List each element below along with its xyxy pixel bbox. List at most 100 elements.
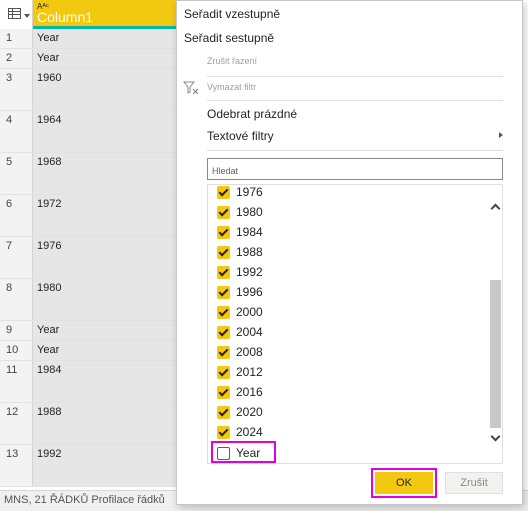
caret-down-icon [24, 14, 30, 18]
checkbox-icon[interactable] [217, 425, 230, 439]
search-input[interactable] [207, 158, 503, 180]
cell-value[interactable]: 1964 [33, 111, 176, 152]
grid-body: 1 Year 2 Year 3 1960 4 1964 5 1968 6 1972 7 1976 8 1980… [0, 29, 176, 487]
filter-value-item[interactable]: 1988 [217, 242, 263, 262]
scroll-thumb[interactable] [490, 280, 501, 428]
filter-value-item[interactable]: 1992 [217, 262, 263, 282]
scroll-down-icon[interactable] [490, 431, 501, 442]
filter-value-label: 2004 [236, 325, 263, 339]
filter-dropdown: Seřadit vzestupně Seřadit sestupně Zruši… [176, 0, 523, 505]
clear-filter-item[interactable]: Vymazat filtr [207, 82, 256, 92]
cancel-button[interactable]: Zrušit [445, 472, 503, 494]
row-number: 4 [0, 111, 33, 152]
checkbox-icon[interactable] [217, 245, 230, 259]
filter-value-item[interactable]: 2004 [217, 322, 263, 342]
filter-value-item[interactable]: 2000 [217, 302, 263, 322]
table-icon [8, 8, 21, 19]
row-number: 1 [0, 29, 33, 48]
row-number: 11 [0, 361, 33, 402]
checkbox-icon[interactable] [217, 225, 230, 239]
row-number: 3 [0, 69, 33, 110]
scroll-up-icon[interactable] [490, 203, 501, 214]
row-number: 10 [0, 341, 33, 360]
cell-value[interactable]: 1984 [33, 361, 176, 402]
list-scrollbar[interactable] [487, 185, 502, 463]
ok-button[interactable]: OK [375, 472, 433, 494]
filter-value-item[interactable]: 1976 [217, 185, 263, 202]
cell-value[interactable]: 1980 [33, 279, 176, 320]
row-number: 7 [0, 237, 33, 278]
filter-value-label: 2000 [236, 305, 263, 319]
table-row: 8 1980 [0, 279, 176, 321]
text-filters-item[interactable]: Textové filtry [207, 129, 274, 143]
checkbox-icon[interactable] [217, 285, 230, 299]
row-number: 13 [0, 445, 33, 486]
remove-empty-item[interactable]: Odebrat prázdné [207, 107, 297, 121]
table-row: 12 1988 [0, 403, 176, 445]
cell-value[interactable]: 1976 [33, 237, 176, 278]
filter-value-label: 1992 [236, 265, 263, 279]
cell-value[interactable]: 1972 [33, 195, 176, 236]
filter-value-label: 1984 [236, 225, 263, 239]
cell-value[interactable]: 1968 [33, 153, 176, 194]
filter-value-item[interactable]: 2008 [217, 342, 263, 362]
menu-divider [207, 150, 503, 151]
checkbox-icon[interactable] [217, 205, 230, 219]
cell-value[interactable]: Year [33, 341, 176, 360]
table-row: 5 1968 [0, 153, 176, 195]
cell-value[interactable]: 1960 [33, 69, 176, 110]
table-menu-button[interactable] [0, 0, 33, 29]
table-row: 3 1960 [0, 69, 176, 111]
cell-value[interactable]: Year [33, 321, 176, 340]
filter-value-item[interactable]: 1984 [217, 222, 263, 242]
table-row: 13 1992 [0, 445, 176, 487]
cell-value[interactable]: Year [33, 49, 176, 68]
checkbox-icon[interactable] [217, 345, 230, 359]
filter-value-label: 1980 [236, 205, 263, 219]
table-row: 2 Year [0, 49, 176, 69]
submenu-arrow-icon [499, 132, 503, 138]
column-header-column1[interactable]: Aᴬᶜ Column1 [33, 0, 176, 29]
table-row: 10 Year [0, 341, 176, 361]
filter-value-label: 1988 [236, 245, 263, 259]
filter-value-item[interactable]: 2020 [217, 402, 263, 422]
checkbox-icon[interactable] [217, 265, 230, 279]
cell-value[interactable]: 1992 [33, 445, 176, 486]
checkbox-icon[interactable] [217, 365, 230, 379]
highlight-year-option [211, 441, 276, 463]
filter-value-item[interactable]: 2012 [217, 362, 263, 382]
checkbox-icon[interactable] [217, 185, 230, 199]
checkbox-icon[interactable] [217, 325, 230, 339]
menu-divider [207, 76, 503, 77]
filter-value-label: 1996 [236, 285, 263, 299]
filter-value-label: 2020 [236, 405, 263, 419]
row-number: 2 [0, 49, 33, 68]
checkbox-icon[interactable] [217, 405, 230, 419]
menu-divider [207, 100, 503, 101]
grid-header: Aᴬᶜ Column1 [0, 0, 176, 29]
sort-ascending-item[interactable]: Seřadit vzestupně [184, 7, 280, 21]
row-number: 9 [0, 321, 33, 340]
filter-value-label: 2016 [236, 385, 263, 399]
sort-descending-item[interactable]: Seřadit sestupně [184, 31, 274, 45]
filter-value-item[interactable]: 1980 [217, 202, 263, 222]
table-row: 6 1972 [0, 195, 176, 237]
filter-value-item[interactable]: 2024 [217, 422, 263, 442]
checkbox-icon[interactable] [217, 385, 230, 399]
ok-button-highlight: OK [371, 468, 437, 498]
filter-values-list: 1976 1980 1984 1988 1992 1996 2000 2004 2008 2012… [207, 184, 503, 464]
cell-value[interactable]: Year [33, 29, 176, 48]
filter-value-label: 1976 [236, 185, 263, 199]
filter-value-item[interactable]: 1996 [217, 282, 263, 302]
filter-value-item[interactable]: 2016 [217, 382, 263, 402]
cell-value[interactable]: 1988 [33, 403, 176, 444]
filter-value-label: 2012 [236, 365, 263, 379]
table-row: 7 1976 [0, 237, 176, 279]
row-number: 8 [0, 279, 33, 320]
data-grid: Aᴬᶜ Column1 1 Year 2 Year 3 1960 4 1964 5 1968 6 19… [0, 0, 176, 490]
checkbox-icon[interactable] [217, 305, 230, 319]
clear-sort-item[interactable]: Zrušit řazení [207, 56, 257, 66]
row-number: 12 [0, 403, 33, 444]
row-number: 5 [0, 153, 33, 194]
filter-value-label: 2008 [236, 345, 263, 359]
